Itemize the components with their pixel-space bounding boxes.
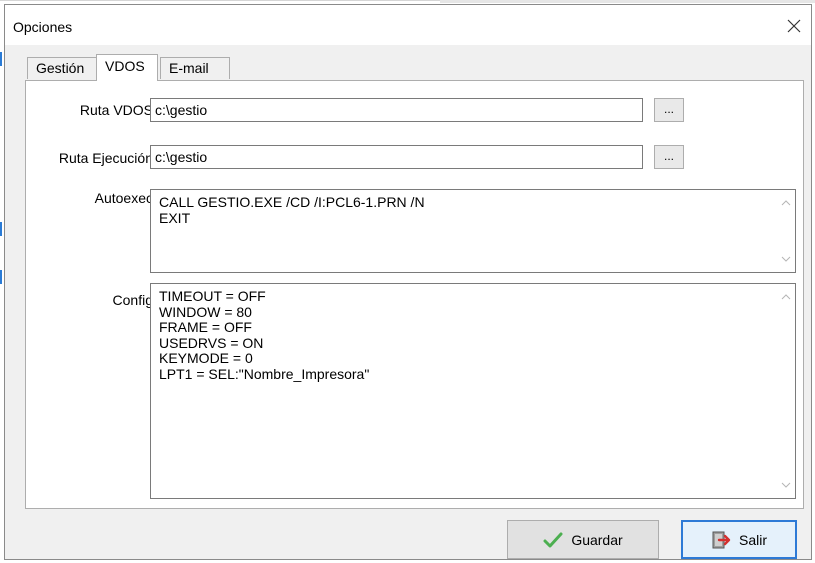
background-marker — [0, 222, 2, 236]
config-scrollbar[interactable] — [777, 284, 795, 498]
background-marker — [0, 52, 2, 66]
autoexec-textarea[interactable]: CALL GESTIO.EXE /CD /I:PCL6-1.PRN /N EXI… — [150, 189, 796, 273]
config-textarea[interactable]: TIMEOUT = OFF WINDOW = 80 FRAME = OFF US… — [150, 283, 796, 499]
vdos-tab-panel: Ruta VDOS c:\gestio ... Ruta Ejecución c… — [25, 80, 804, 509]
scroll-up-icon[interactable] — [780, 292, 792, 302]
tab-label: E-mail — [169, 60, 209, 76]
salir-button[interactable]: Salir — [681, 520, 797, 559]
config-text: TIMEOUT = OFF WINDOW = 80 FRAME = OFF US… — [159, 288, 370, 382]
guardar-label: Guardar — [571, 531, 623, 548]
tab-vdos[interactable]: VDOS — [96, 54, 158, 81]
background-marker — [0, 270, 2, 284]
autoexec-text: CALL GESTIO.EXE /CD /I:PCL6-1.PRN /N EXI… — [159, 194, 425, 226]
tab-label: VDOS — [105, 58, 145, 74]
scroll-down-icon[interactable] — [780, 254, 792, 264]
close-icon — [787, 19, 801, 33]
tab-label: Gestión — [36, 60, 85, 76]
exit-door-icon — [712, 531, 731, 548]
ruta-ejecucion-input[interactable]: c:\gestio — [150, 145, 643, 169]
guardar-button[interactable]: Guardar — [507, 520, 659, 559]
tab-gestion[interactable]: Gestión — [27, 57, 97, 79]
salir-label: Salir — [738, 531, 767, 548]
ruta-vdos-label: Ruta VDOS — [79, 102, 153, 118]
checkmark-icon — [543, 532, 563, 547]
autoexec-scrollbar[interactable] — [777, 190, 795, 272]
background-window-edge — [440, 0, 815, 3]
scroll-up-icon[interactable] — [780, 198, 792, 208]
autoexec-label: Autoexec — [94, 190, 153, 206]
ruta-vdos-browse-button[interactable]: ... — [654, 98, 684, 122]
ruta-vdos-input[interactable]: c:\gestio — [150, 98, 643, 122]
ruta-ejecucion-browse-button[interactable]: ... — [654, 145, 684, 169]
title-bar: Opciones — [5, 5, 811, 45]
config-label: Config — [112, 292, 153, 308]
window-title: Opciones — [13, 19, 73, 35]
scroll-down-icon[interactable] — [780, 480, 792, 490]
tab-email[interactable]: E-mail — [160, 57, 230, 79]
options-dialog: Opciones Gestión VDOS E-mail Ruta VDOS c… — [4, 4, 812, 560]
ruta-ejecucion-label: Ruta Ejecución — [58, 150, 153, 166]
close-button[interactable] — [783, 15, 805, 37]
